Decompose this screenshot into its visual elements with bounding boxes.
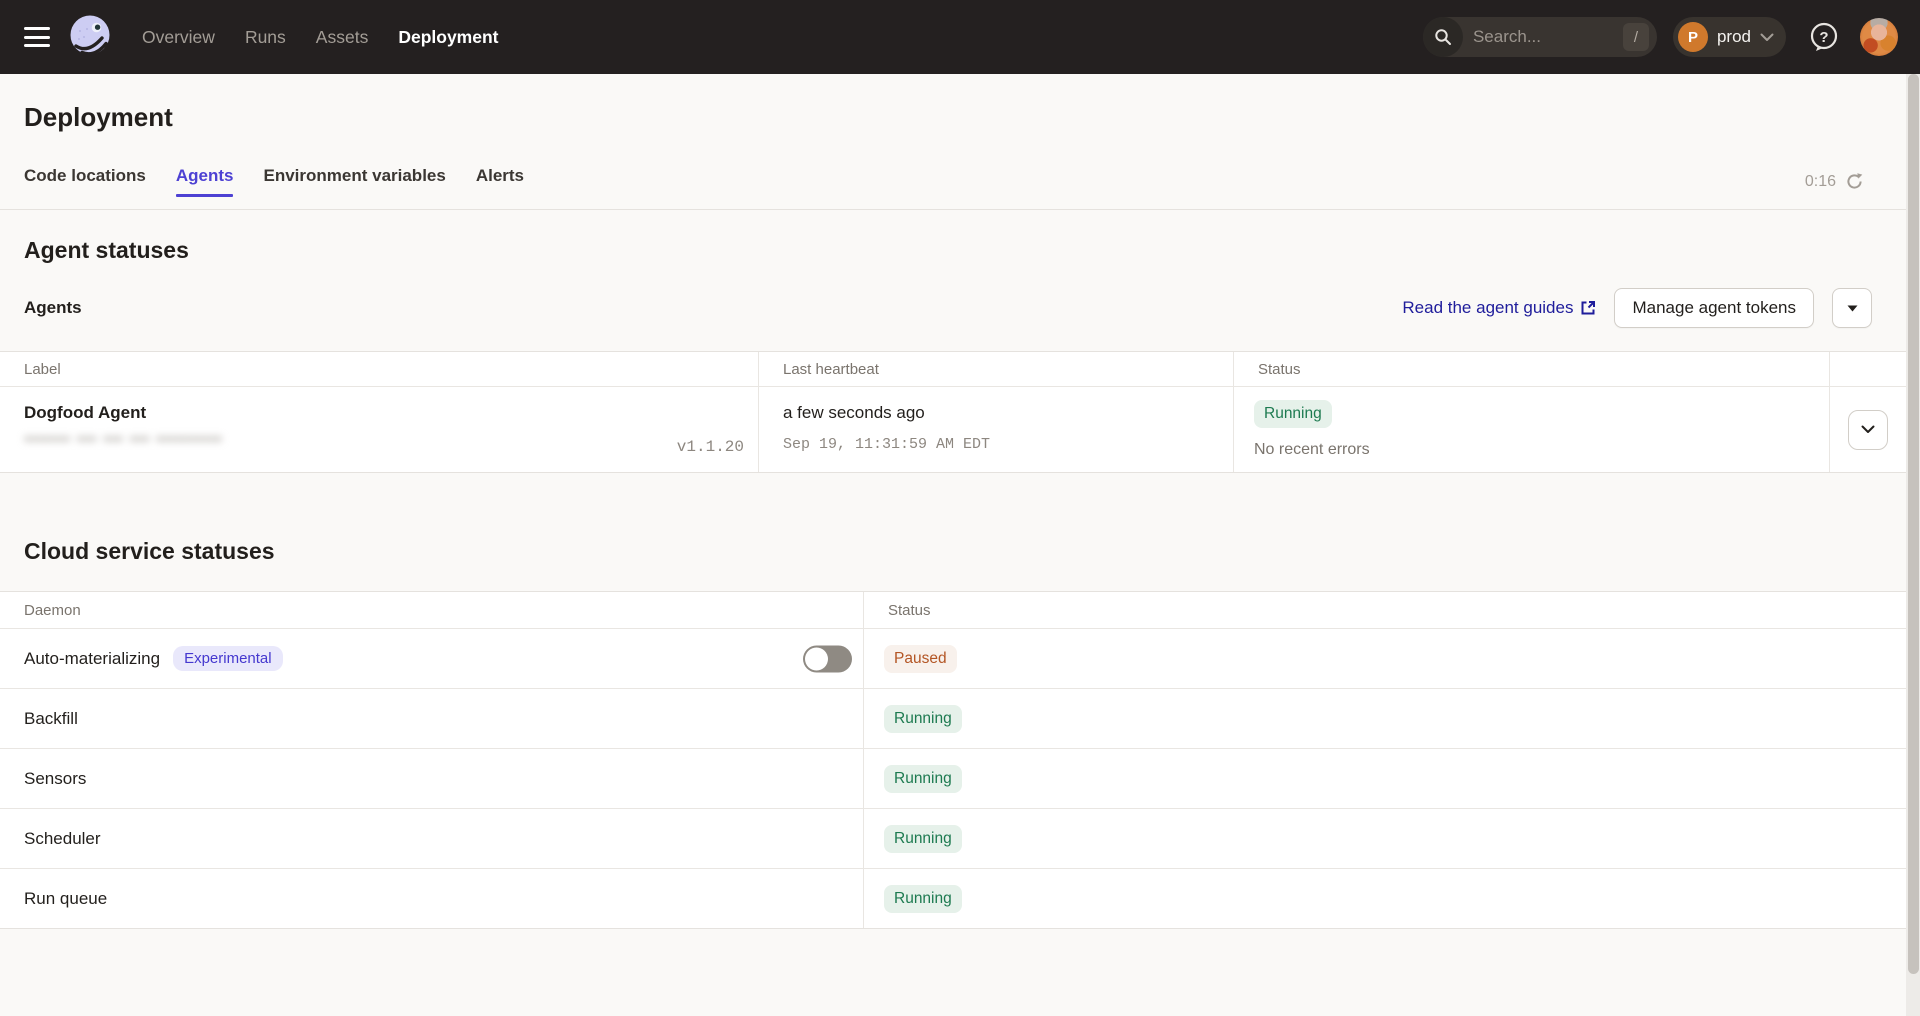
svg-text:?: ? <box>1819 29 1828 46</box>
agent-actions-dropdown-button[interactable] <box>1832 288 1872 328</box>
external-link-icon <box>1580 300 1596 316</box>
deployment-name: prod <box>1717 27 1751 47</box>
agent-name: Dogfood Agent <box>24 403 146 423</box>
daemon-name: Auto-materializing <box>24 649 160 669</box>
search-icon <box>1423 17 1463 57</box>
daemon-table-header: Daemon Status <box>0 592 1906 628</box>
refresh-countdown: 0:16 <box>1805 173 1836 191</box>
tab-environment-variables[interactable]: Environment variables <box>263 164 445 202</box>
caret-down-icon <box>1847 305 1858 312</box>
nav-link-overview[interactable]: Overview <box>142 27 215 48</box>
nav-link-deployment[interactable]: Deployment <box>398 27 498 48</box>
column-header-status: Status <box>1234 352 1830 386</box>
column-header-label: Label <box>0 352 759 386</box>
daemon-row-run-queue: Run queue Running <box>0 868 1906 928</box>
heartbeat-relative-time: a few seconds ago <box>783 403 925 423</box>
search-shortcut-key: / <box>1623 23 1649 51</box>
daemon-name: Scheduler <box>24 829 101 849</box>
agent-status-detail: No recent errors <box>1254 441 1370 459</box>
primary-nav: Overview Runs Assets Deployment <box>142 27 498 48</box>
cloud-service-statuses-heading: Cloud service statuses <box>24 537 1906 565</box>
daemon-row-backfill: Backfill Running <box>0 688 1906 748</box>
scrollbar-thumb[interactable] <box>1908 74 1919 974</box>
agent-row-expand-button[interactable] <box>1848 410 1888 450</box>
tab-alerts[interactable]: Alerts <box>476 164 524 202</box>
agents-subheading: Agents <box>24 298 82 318</box>
column-header-daemon: Daemon <box>0 592 864 628</box>
daemon-row-scheduler: Scheduler Running <box>0 808 1906 868</box>
main-content: Deployment Code locations Agents Environ… <box>0 102 1906 929</box>
daemon-status-badge: Paused <box>884 645 957 673</box>
agent-id-redacted: ●●●●●●● ●●● ●●● ●●● ●●●●●●●●●● <box>24 434 222 446</box>
daemon-row-sensors: Sensors Running <box>0 748 1906 808</box>
agent-guides-link-label: Read the agent guides <box>1402 298 1573 318</box>
daemon-status-badge: Running <box>884 765 962 793</box>
agents-table-header: Label Last heartbeat Status <box>0 352 1906 386</box>
page-title: Deployment <box>24 102 1906 132</box>
daemon-name: Backfill <box>24 709 78 729</box>
tab-code-locations[interactable]: Code locations <box>24 164 146 202</box>
daemon-status-badge: Running <box>884 705 962 733</box>
manage-agent-tokens-button[interactable]: Manage agent tokens <box>1614 288 1814 328</box>
agents-table: Label Last heartbeat Status Dogfood Agen… <box>0 351 1906 473</box>
chevron-down-icon <box>1861 425 1875 434</box>
chevron-down-icon <box>1760 33 1774 42</box>
cloud-services-table: Daemon Status Auto-materializing Experim… <box>0 591 1906 929</box>
daemon-row-auto-materializing: Auto-materializing Experimental Paused <box>0 628 1906 688</box>
help-icon[interactable]: ? <box>1808 21 1840 53</box>
column-header-last-heartbeat: Last heartbeat <box>759 352 1234 386</box>
vertical-scrollbar[interactable] <box>1906 74 1920 1016</box>
deployment-tabs-bar: Code locations Agents Environment variab… <box>0 164 1906 210</box>
agent-status-badge: Running <box>1254 400 1332 428</box>
daemon-name: Run queue <box>24 889 107 909</box>
auto-materializing-toggle[interactable] <box>803 645 852 672</box>
search-placeholder: Search... <box>1473 27 1623 47</box>
dagster-logo-icon[interactable] <box>66 13 114 61</box>
search-input[interactable]: Search... / <box>1423 17 1657 57</box>
column-header-actions <box>1830 352 1906 386</box>
column-header-status: Status <box>864 592 1906 628</box>
deployment-avatar: P <box>1678 22 1708 52</box>
nav-link-assets[interactable]: Assets <box>316 27 369 48</box>
hamburger-menu-icon[interactable] <box>24 27 50 47</box>
deployment-switcher[interactable]: P prod <box>1673 17 1786 57</box>
user-avatar[interactable] <box>1860 18 1898 56</box>
refresh-icon[interactable] <box>1845 172 1864 191</box>
daemon-status-badge: Running <box>884 825 962 853</box>
agent-guides-link[interactable]: Read the agent guides <box>1402 298 1596 318</box>
agent-row: Dogfood Agent ●●●●●●● ●●● ●●● ●●● ●●●●●●… <box>0 386 1906 472</box>
agents-controls-row: Agents Read the agent guides Manage agen… <box>24 288 1872 328</box>
heartbeat-timestamp: Sep 19, 11:31:59 AM EDT <box>783 436 990 453</box>
agent-statuses-heading: Agent statuses <box>24 236 1906 264</box>
nav-link-runs[interactable]: Runs <box>245 27 286 48</box>
navbar-right-cluster: Search... / P prod ? <box>1423 0 1920 74</box>
daemon-status-badge: Running <box>884 885 962 913</box>
experimental-badge: Experimental <box>173 646 283 671</box>
top-navbar: Overview Runs Assets Deployment Search..… <box>0 0 1920 74</box>
agent-version: v1.1.20 <box>677 438 744 456</box>
tab-agents[interactable]: Agents <box>176 164 234 202</box>
daemon-name: Sensors <box>24 769 86 789</box>
